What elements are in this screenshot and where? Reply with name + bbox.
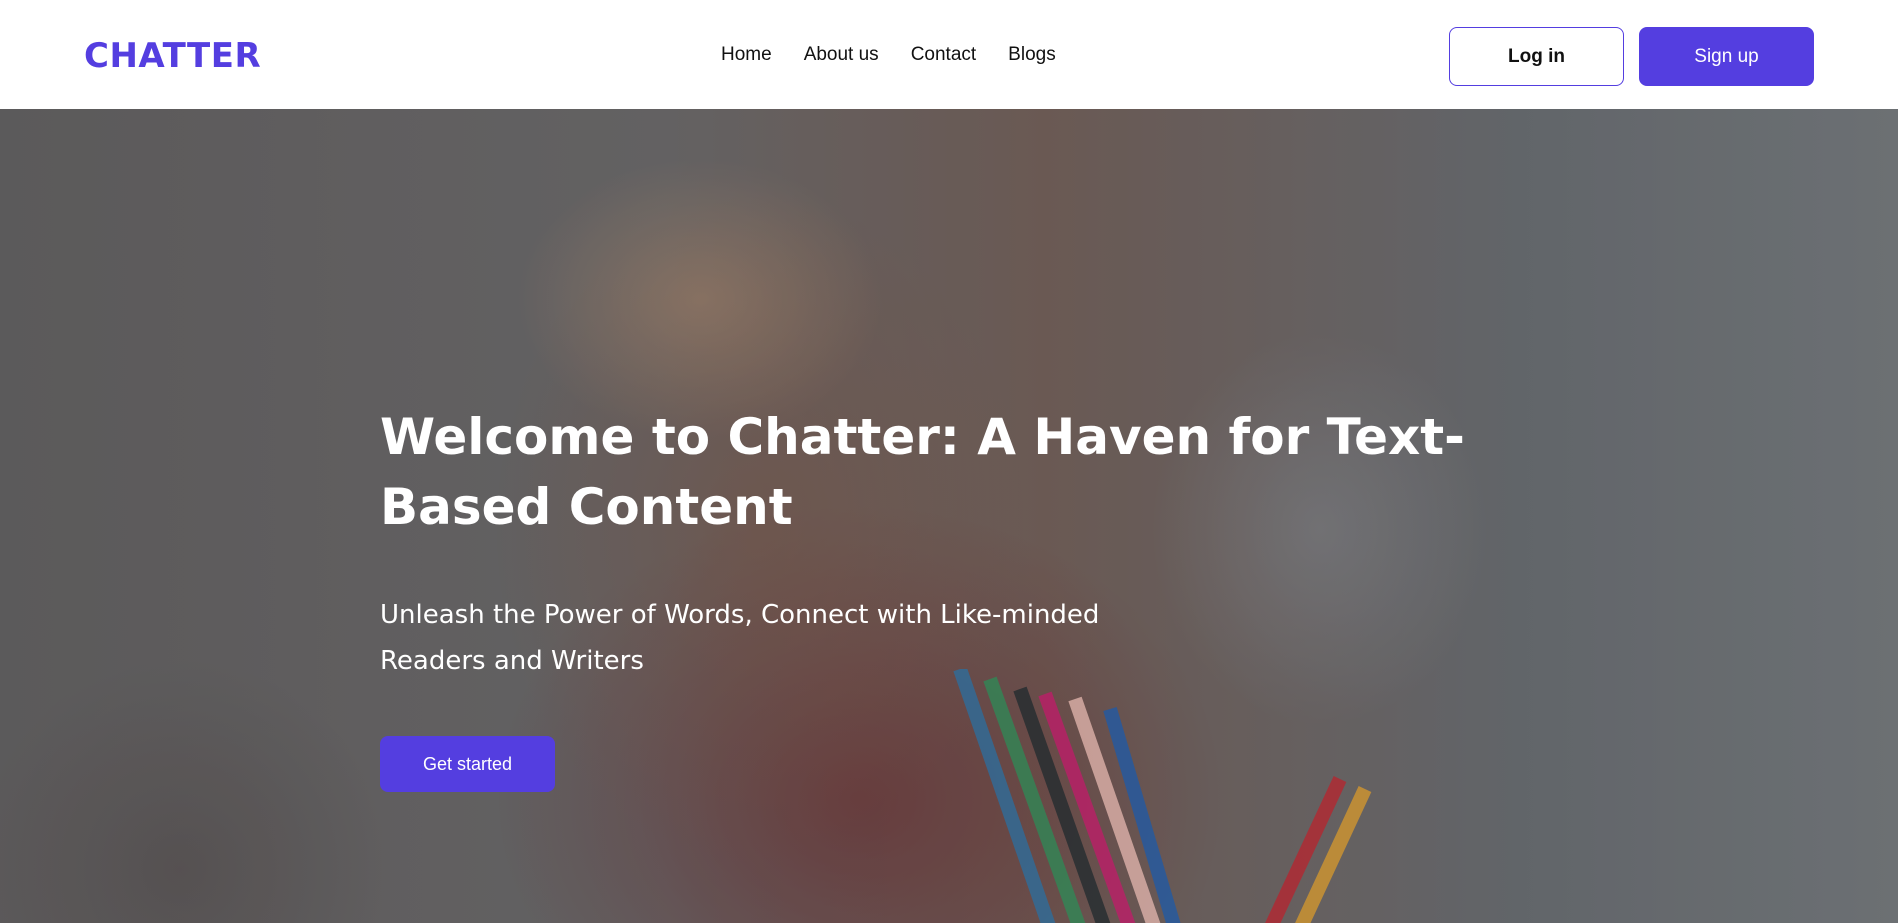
auth-buttons: Log in Sign up [1449,27,1814,86]
hero-subtitle: Unleash the Power of Words, Connect with… [380,600,1100,676]
login-button[interactable]: Log in [1449,27,1624,86]
main-nav: Home About us Contact Blogs [721,44,1056,66]
get-started-button[interactable]: Get started [380,736,555,792]
nav-blogs[interactable]: Blogs [1008,44,1056,66]
hero-section: Welcome to Chatter: A Haven for Text-Bas… [0,109,1898,923]
hero-content: Welcome to Chatter: A Haven for Text-Bas… [380,402,1520,792]
signup-button[interactable]: Sign up [1639,27,1814,86]
nav-contact[interactable]: Contact [911,44,976,66]
hero-title: Welcome to Chatter: A Haven for Text-Bas… [380,408,1465,536]
nav-home[interactable]: Home [721,44,772,66]
top-navbar: CHATTER Home About us Contact Blogs Log … [0,0,1898,109]
logo[interactable]: CHATTER [84,36,261,76]
nav-about-us[interactable]: About us [804,44,879,66]
